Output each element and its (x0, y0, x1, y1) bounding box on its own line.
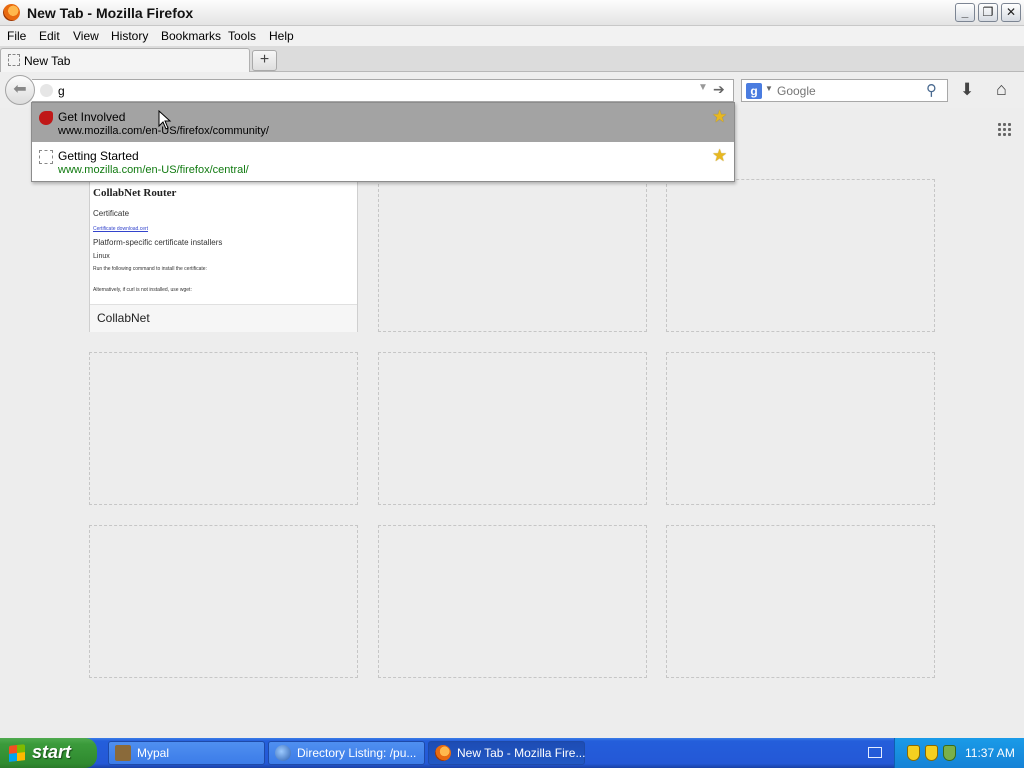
menu-view[interactable]: View (73, 29, 99, 43)
windows-logo-icon (9, 744, 25, 762)
taskbar-item-label: Directory Listing: /pu... (297, 746, 417, 760)
browser-icon (275, 745, 291, 761)
thumbnail-text: Certificate (93, 209, 130, 218)
url-input[interactable] (58, 82, 698, 99)
network-icon[interactable] (943, 745, 956, 761)
search-input[interactable] (777, 83, 917, 98)
menu-history[interactable]: History (111, 29, 148, 43)
taskbar-item-label: Mypal (137, 746, 170, 760)
autocomplete-title: Getting Started (58, 149, 139, 163)
empty-tile (666, 352, 935, 505)
empty-tile (89, 525, 358, 678)
minimize-button[interactable]: _ (955, 3, 975, 22)
tile-thumbnail: CollabNet Router Certificate Certificate… (92, 182, 355, 302)
thumbnail-heading: CollabNet Router (93, 187, 177, 199)
thumbnail-text: Platform-specific certificate installers (93, 238, 223, 247)
empty-tile (378, 525, 647, 678)
menu-edit[interactable]: Edit (39, 29, 60, 43)
security-shield-icon[interactable] (925, 745, 938, 761)
grid-toggle-icon[interactable] (997, 122, 1012, 137)
keyboard-icon[interactable] (868, 747, 882, 758)
search-bar[interactable]: g ▼ ⚲ (741, 79, 948, 102)
close-button[interactable]: ✕ (1001, 3, 1021, 22)
go-arrow-icon[interactable]: ➔ (713, 81, 725, 98)
bookmark-star-icon: ★ (712, 107, 728, 126)
autocomplete-title: Get Involved (58, 110, 126, 124)
taskbar-item-label: New Tab - Mozilla Fire... (457, 746, 586, 760)
empty-tile (666, 179, 935, 332)
thumbnail-text: Linux (93, 253, 110, 260)
mypal-icon (115, 745, 131, 761)
firefox-icon (3, 4, 20, 21)
tab-new-tab[interactable]: New Tab (0, 48, 250, 72)
window-titlebar: New Tab - Mozilla Firefox _ ❐ ✕ (0, 0, 1024, 26)
url-bar[interactable]: ▼ ➔ (32, 79, 734, 102)
thumbnail-text: Run the following command to install the… (93, 266, 207, 272)
autocomplete-item[interactable]: Getting Started www.mozilla.com/en-US/fi… (32, 142, 734, 181)
empty-tile (666, 525, 935, 678)
engine-dropdown-icon[interactable]: ▼ (765, 84, 773, 93)
blank-page-icon (8, 54, 20, 66)
site-identity-icon[interactable] (40, 84, 53, 97)
clock: 11:37 AM (965, 746, 1015, 760)
menu-bookmarks[interactable]: Bookmarks (161, 29, 221, 43)
restore-button[interactable]: ❐ (978, 3, 998, 22)
taskbar: start Mypal Directory Listing: /pu... Ne… (0, 738, 1024, 768)
url-autocomplete-popup: Get Involved www.mozilla.com/en-US/firef… (31, 102, 735, 182)
new-tab-page: CollabNet Router Certificate Certificate… (0, 108, 1024, 738)
empty-tile (378, 179, 647, 332)
site-tile-collabnet[interactable]: CollabNet Router Certificate Certificate… (89, 179, 358, 332)
empty-tile (89, 352, 358, 505)
download-icon[interactable]: ⬇ (960, 80, 974, 100)
thumbnail-link: Certificate download.cert (93, 226, 149, 232)
menu-help[interactable]: Help (269, 29, 294, 43)
start-label: start (32, 742, 72, 762)
google-engine-icon[interactable]: g (746, 83, 762, 99)
menu-file[interactable]: File (7, 29, 26, 43)
autocomplete-item[interactable]: Get Involved www.mozilla.com/en-US/firef… (32, 103, 734, 142)
home-icon[interactable]: ⌂ (996, 79, 1007, 100)
back-arrow-icon: ⬅ (13, 81, 27, 98)
taskbar-item-directory[interactable]: Directory Listing: /pu... (268, 741, 425, 765)
thumbnail-text: Alternatively, if curl is not installed,… (93, 287, 192, 293)
autocomplete-url: www.mozilla.com/en-US/firefox/central/ (58, 164, 249, 176)
bookmark-star-icon: ★ (712, 146, 728, 165)
new-tab-button[interactable]: + (252, 50, 277, 71)
tile-title: CollabNet (97, 311, 150, 325)
menu-bar: File Edit View History Bookmarks Tools H… (0, 26, 1024, 46)
taskbar-item-mypal[interactable]: Mypal (108, 741, 265, 765)
search-icon[interactable]: ⚲ (926, 81, 937, 99)
blank-page-icon (39, 150, 53, 164)
firefox-icon (435, 745, 451, 761)
tab-strip: New Tab + (0, 46, 1024, 72)
empty-tile (378, 352, 647, 505)
history-dropdown-icon[interactable]: ▼ (698, 82, 708, 93)
system-tray: 11:37 AM (894, 738, 1024, 768)
start-button[interactable]: start (0, 738, 97, 768)
tab-label: New Tab (24, 54, 71, 68)
menu-tools[interactable]: Tools (228, 29, 256, 43)
window-title: New Tab - Mozilla Firefox (27, 5, 194, 21)
mozilla-dino-icon (39, 111, 53, 125)
security-shield-icon[interactable] (907, 745, 920, 761)
back-button[interactable]: ⬅ (5, 75, 35, 105)
taskbar-item-firefox[interactable]: New Tab - Mozilla Fire... (428, 741, 585, 765)
